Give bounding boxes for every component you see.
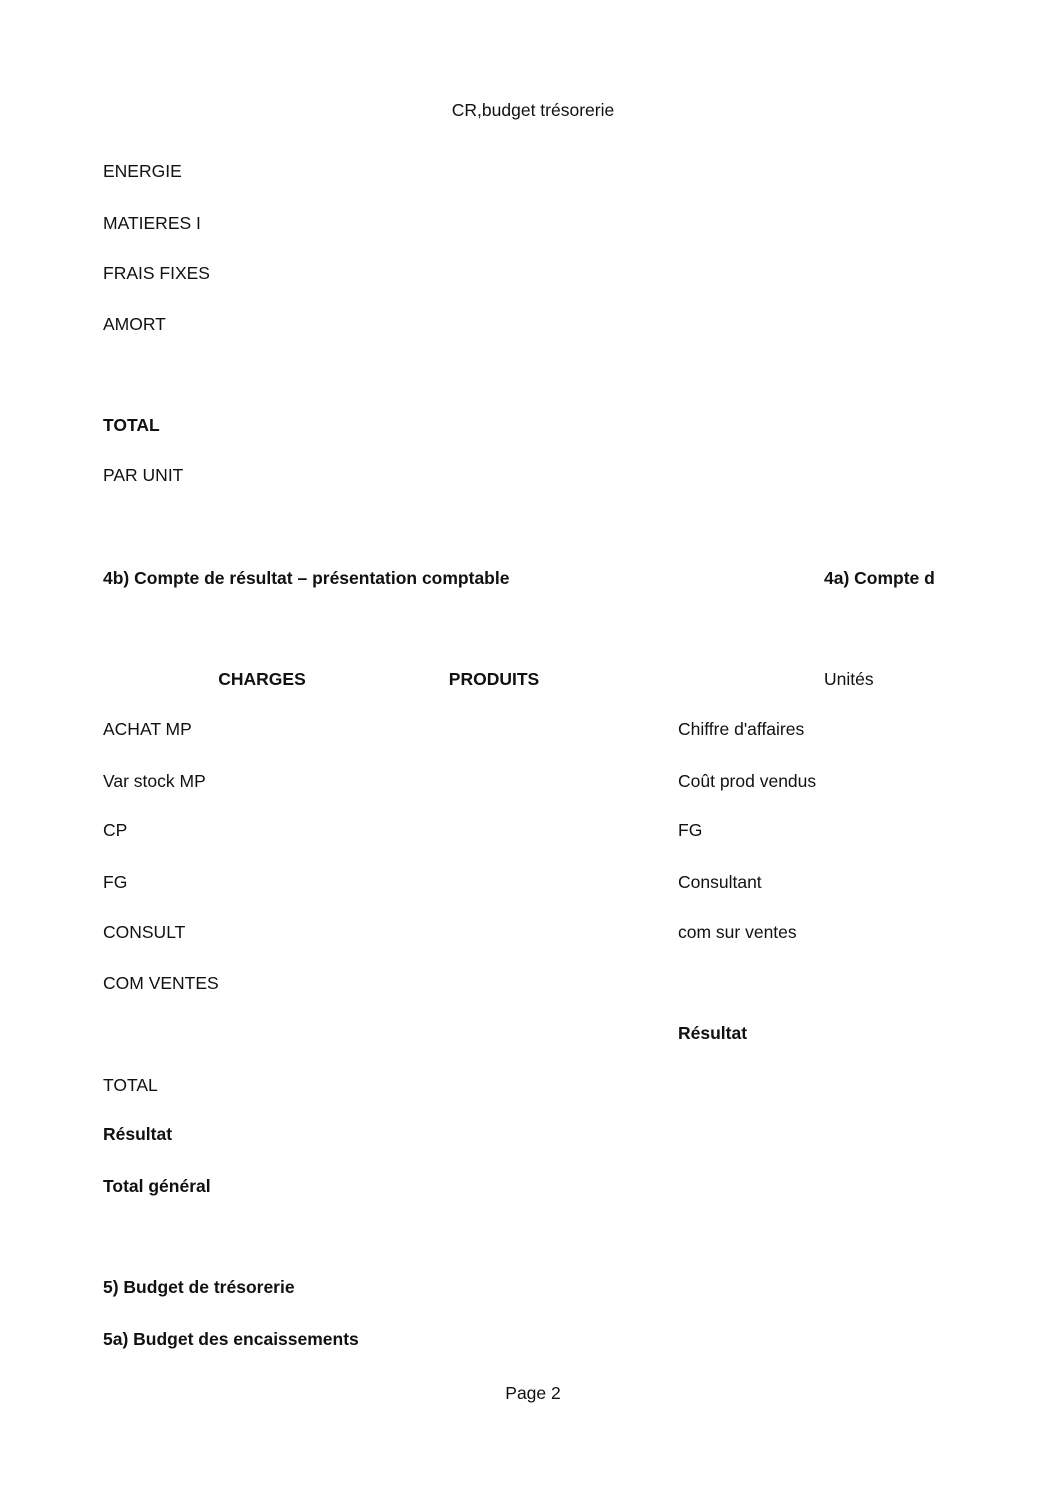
result-row-com-sur-ventes: com sur ventes bbox=[678, 922, 797, 942]
cost-item-matieres: MATIERES I bbox=[103, 213, 201, 233]
page-header-title: CR,budget trésorerie bbox=[451, 100, 615, 120]
section-4b-total-general: Total général bbox=[103, 1176, 211, 1196]
result-row-consultant: Consultant bbox=[678, 872, 762, 892]
cost-item-energie: ENERGIE bbox=[103, 161, 182, 181]
produits-column-header: PRODUITS bbox=[448, 669, 540, 689]
cost-per-unit-label: PAR UNIT bbox=[103, 465, 184, 485]
charge-row-var-stock-mp: Var stock MP bbox=[103, 771, 206, 791]
charge-row-com-ventes: COM VENTES bbox=[103, 973, 219, 993]
charge-row-fg: FG bbox=[103, 872, 128, 892]
section-5a-heading: 5a) Budget des encaissements bbox=[103, 1329, 359, 1349]
result-row-fg: FG bbox=[678, 820, 703, 840]
section-4a-heading: 4a) Compte d bbox=[824, 568, 935, 588]
charge-row-cp: CP bbox=[103, 820, 128, 840]
section-4b-resultat: Résultat bbox=[103, 1124, 173, 1144]
charge-row-achat-mp: ACHAT MP bbox=[103, 719, 192, 739]
section-4b-total: TOTAL bbox=[103, 1075, 158, 1095]
result-row-chiffre-affaires: Chiffre d'affaires bbox=[678, 719, 805, 739]
cost-item-frais-fixes: FRAIS FIXES bbox=[103, 263, 210, 283]
cost-item-amort: AMORT bbox=[103, 314, 166, 334]
page-number: Page 2 bbox=[505, 1383, 561, 1403]
charges-column-header: CHARGES bbox=[218, 669, 306, 689]
charge-row-consult: CONSULT bbox=[103, 922, 186, 942]
result-row-cout-prod-vendus: Coût prod vendus bbox=[678, 771, 817, 791]
section-4b-heading: 4b) Compte de résultat – présentation co… bbox=[103, 568, 510, 588]
section-5-heading: 5) Budget de trésorerie bbox=[103, 1277, 295, 1297]
cost-total-label: TOTAL bbox=[103, 415, 160, 435]
units-column-header: Unités bbox=[824, 669, 874, 689]
section-4a-resultat: Résultat bbox=[678, 1023, 748, 1043]
